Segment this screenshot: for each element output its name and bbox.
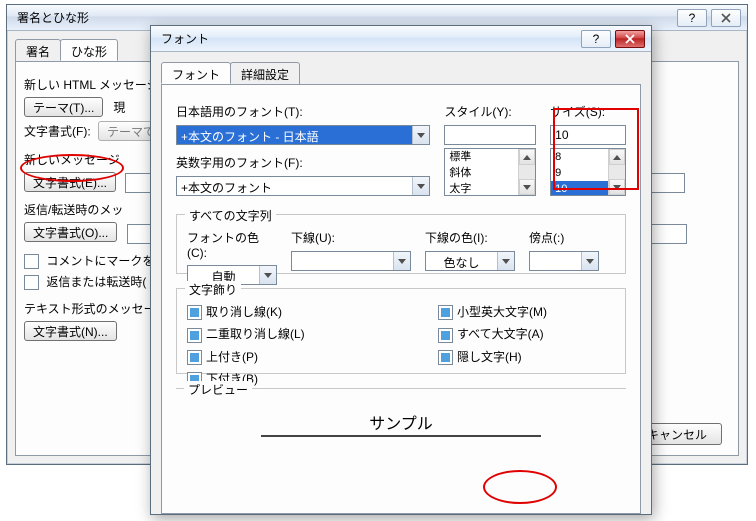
underline-color-label: 下線の色(I):: [425, 229, 515, 246]
font-format-label: 文字書式(F):: [24, 125, 91, 139]
tab-advanced[interactable]: 詳細設定: [230, 62, 300, 84]
font-close-button[interactable]: [615, 30, 645, 48]
style-opt-2[interactable]: 太字: [445, 181, 519, 196]
fontcolor-label: フォントの色(C):: [187, 229, 277, 260]
emphasis-value: [530, 252, 581, 270]
chk-dstrike[interactable]: [187, 328, 202, 343]
underline-color-combo[interactable]: 色なし: [425, 251, 515, 271]
chevron-down-icon: [264, 273, 272, 278]
theme-button[interactable]: テーマ(T)...: [24, 97, 103, 117]
font-title: フォント: [157, 30, 581, 47]
chevron-down-icon: [613, 185, 621, 190]
preview-sample: サンプル: [261, 409, 541, 437]
group-all-legend: すべての文字列: [185, 207, 276, 224]
size-listbox[interactable]: 8 9 10: [550, 148, 626, 196]
jpfont-value: +本文のフォント - 日本語: [177, 126, 412, 144]
font-tabstrip: フォント 詳細設定: [161, 62, 641, 84]
font-panel: 日本語用のフォント(T): +本文のフォント - 日本語 英数字用のフォント(F…: [161, 84, 641, 514]
group-all-chars: すべての文字列 フォントの色(C): 自動 下線(U):: [176, 214, 626, 274]
close-button[interactable]: [711, 9, 741, 27]
help-button[interactable]: ?: [677, 9, 707, 27]
underline-color-value: 色なし: [426, 252, 497, 270]
scroll-down-button[interactable]: [519, 179, 535, 195]
chevron-down-icon: [586, 259, 594, 264]
underline-value: [292, 252, 393, 270]
theme-status: 現: [113, 101, 125, 115]
preview-legend: プレビュー: [184, 381, 252, 398]
close-icon: [721, 13, 731, 23]
size-scrollbar[interactable]: [608, 149, 625, 195]
style-opt-1[interactable]: 斜体: [445, 165, 519, 181]
scroll-up-button[interactable]: [609, 149, 625, 165]
style-listbox[interactable]: 標準 斜体 太字: [444, 148, 536, 196]
chk-hidden-label: 隠し文字(H): [457, 350, 522, 364]
group-decor: 文字飾り 取り消し線(K) 二重取り消し線(L) 上付き(P) 下付き(B) 小…: [176, 288, 626, 374]
chevron-down-icon: [523, 185, 531, 190]
scroll-up-button[interactable]: [519, 149, 535, 165]
style-label: スタイル(Y):: [444, 103, 536, 120]
size-input[interactable]: 10: [550, 125, 626, 145]
emphasis-drop[interactable]: [581, 252, 598, 270]
size-label: サイズ(S):: [550, 103, 626, 120]
chk-strike[interactable]: [187, 305, 202, 320]
textmsg-font-button[interactable]: 文字書式(N)...: [24, 321, 117, 341]
enfont-value: +本文のフォント: [177, 177, 412, 195]
chk-reply-forward[interactable]: [24, 275, 39, 290]
newmsg-font-button[interactable]: 文字書式(E)...: [24, 172, 116, 192]
chk-super[interactable]: [187, 350, 202, 365]
chk-super-label: 上付き(P): [206, 350, 258, 364]
chevron-down-icon: [502, 259, 510, 264]
chk-hidden[interactable]: [438, 350, 453, 365]
emphasis-label: 傍点(:): [529, 229, 599, 246]
underline-drop[interactable]: [393, 252, 410, 270]
size-opt-2[interactable]: 10: [551, 181, 609, 196]
font-body: フォント 詳細設定 日本語用のフォント(T): +本文のフォント - 日本語 英…: [151, 52, 651, 514]
chk-smallcaps[interactable]: [438, 305, 453, 320]
signatures-title: 署名とひな形: [13, 9, 677, 26]
scroll-down-button[interactable]: [609, 179, 625, 195]
chk-allcaps-label: すべて大文字(A): [457, 327, 544, 341]
close-icon: [625, 34, 635, 44]
font-titlebar: フォント ?: [151, 26, 651, 52]
style-scrollbar[interactable]: [518, 149, 535, 195]
fontcolor-drop[interactable]: [259, 266, 276, 284]
size-opt-1[interactable]: 9: [551, 165, 609, 181]
enfont-combo[interactable]: +本文のフォント: [176, 176, 430, 196]
tab-stationery[interactable]: ひな形: [60, 39, 118, 61]
chk-reply-forward-label: 返信または転送時(: [46, 275, 146, 289]
chevron-up-icon: [523, 155, 531, 160]
font-help-button[interactable]: ?: [581, 30, 611, 48]
jpfont-label: 日本語用のフォント(T):: [176, 103, 430, 120]
enfont-dropdown-button[interactable]: [412, 177, 429, 195]
underline-color-drop[interactable]: [497, 252, 514, 270]
chevron-down-icon: [398, 259, 406, 264]
size-opt-0[interactable]: 8: [551, 149, 609, 165]
reply-font-button[interactable]: 文字書式(O)...: [24, 222, 117, 242]
chk-comment[interactable]: [24, 254, 39, 269]
jpfont-combo[interactable]: +本文のフォント - 日本語: [176, 125, 430, 145]
chk-dstrike-label: 二重取り消し線(L): [206, 327, 305, 341]
tab-signature[interactable]: 署名: [15, 39, 61, 61]
underline-combo[interactable]: [291, 251, 411, 271]
group-decor-legend: 文字飾り: [185, 281, 241, 298]
chk-allcaps[interactable]: [438, 328, 453, 343]
tab-font[interactable]: フォント: [161, 62, 231, 84]
font-dialog: フォント ? フォント 詳細設定 日本語用のフォント(T): +本: [150, 25, 652, 515]
chk-strike-label: 取り消し線(K): [206, 305, 282, 319]
chevron-down-icon: [417, 133, 425, 138]
jpfont-dropdown-button[interactable]: [412, 126, 429, 144]
enfont-label: 英数字用のフォント(F):: [176, 154, 430, 171]
style-input[interactable]: [444, 125, 536, 145]
style-opt-0[interactable]: 標準: [445, 149, 519, 165]
chevron-up-icon: [613, 155, 621, 160]
emphasis-combo[interactable]: [529, 251, 599, 271]
chevron-down-icon: [417, 184, 425, 189]
underline-label: 下線(U):: [291, 229, 411, 246]
group-preview: プレビュー サンプル: [176, 388, 626, 444]
chk-smallcaps-label: 小型英大文字(M): [457, 305, 547, 319]
